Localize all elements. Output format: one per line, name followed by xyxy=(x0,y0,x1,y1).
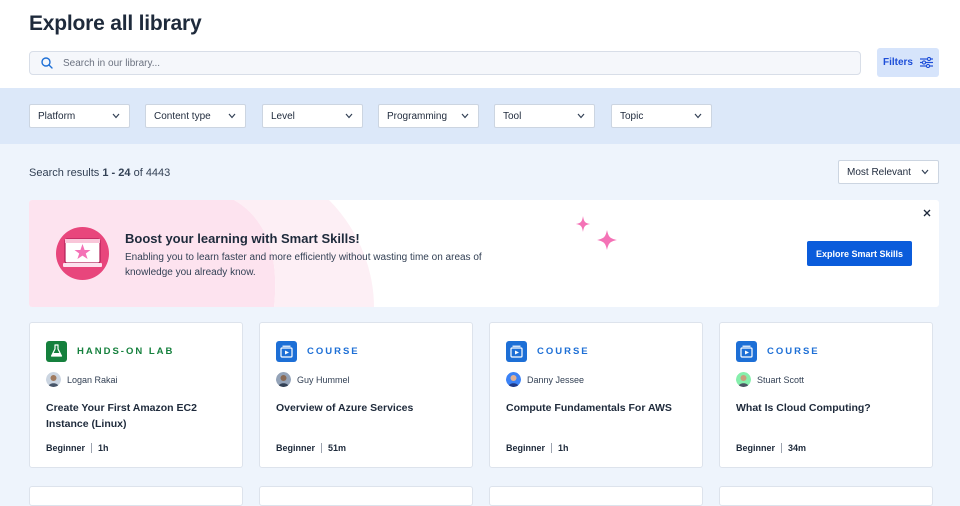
meta-divider xyxy=(551,443,553,453)
level-dropdown[interactable]: Level xyxy=(262,104,363,128)
meta-divider xyxy=(321,443,323,453)
meta-divider xyxy=(781,443,783,453)
content-card[interactable]: COURSE Guy Hummel Overview of Azure Serv… xyxy=(259,322,473,468)
sliders-icon xyxy=(920,57,933,68)
card-type: HANDS-ON LAB xyxy=(46,340,174,362)
card-duration: 51m xyxy=(328,443,347,453)
avatar xyxy=(46,372,61,387)
avatar xyxy=(736,372,751,387)
card-author: Stuart Scott xyxy=(736,372,804,387)
author-name: Danny Jessee xyxy=(527,374,585,385)
card-type-label: COURSE xyxy=(537,345,590,357)
flask-icon xyxy=(46,340,67,362)
dropdown-label: Content type xyxy=(154,110,211,122)
results-of: of xyxy=(130,167,146,179)
filters-label: Filters xyxy=(882,57,913,68)
chevron-down-icon xyxy=(228,113,236,119)
dropdown-label: Tool xyxy=(503,110,522,122)
sort-dropdown[interactable]: Most Relevant xyxy=(838,160,939,184)
card-level: Beginner xyxy=(46,443,86,453)
content-type-dropdown[interactable]: Content type xyxy=(145,104,246,128)
card-type: COURSE xyxy=(736,340,820,362)
dropdown-label: Programming xyxy=(387,110,448,122)
smart-skills-illustration xyxy=(56,227,109,280)
card-title: Compute Fundamentals For AWS xyxy=(506,402,672,414)
card-type-label: COURSE xyxy=(767,345,820,357)
card-level: Beginner xyxy=(506,443,546,453)
banner-title: Boost your learning with Smart Skills! xyxy=(125,231,360,246)
content-card[interactable]: COURSE Stuart Scott What Is Cloud Comput… xyxy=(719,322,933,468)
chevron-down-icon xyxy=(921,169,929,175)
content-card[interactable]: COURSE Danny Jessee Compute Fundamentals… xyxy=(489,322,703,468)
card-level: Beginner xyxy=(736,443,776,453)
close-icon[interactable] xyxy=(921,207,933,219)
chevron-down-icon xyxy=(112,113,120,119)
course-play-icon xyxy=(506,340,527,362)
author-name: Stuart Scott xyxy=(757,374,805,385)
smart-skills-banner: Boost your learning with Smart Skills! E… xyxy=(29,200,939,307)
card-title: What Is Cloud Computing? xyxy=(736,402,871,414)
author-name: Logan Rakai xyxy=(67,374,118,385)
card-duration: 1h xyxy=(558,443,569,453)
results-total: 4443 xyxy=(145,167,171,179)
card-type-label: HANDS-ON LAB xyxy=(77,345,175,357)
chevron-down-icon xyxy=(345,113,353,119)
content-card-partial[interactable] xyxy=(259,486,473,506)
content-card-partial[interactable] xyxy=(489,486,703,506)
topic-dropdown[interactable]: Topic xyxy=(611,104,712,128)
tool-dropdown[interactable]: Tool xyxy=(494,104,595,128)
meta-divider xyxy=(91,443,93,453)
avatar xyxy=(506,372,521,387)
card-author: Guy Hummel xyxy=(276,372,350,387)
card-duration: 34m xyxy=(788,443,807,453)
card-type: COURSE xyxy=(276,340,360,362)
sparkles-icon xyxy=(576,216,617,250)
filters-button[interactable]: Filters xyxy=(877,48,939,77)
card-type: COURSE xyxy=(506,340,590,362)
chevron-down-icon xyxy=(577,113,585,119)
card-duration: 1h xyxy=(98,443,109,453)
search-box[interactable] xyxy=(29,51,861,75)
search-icon xyxy=(41,57,53,69)
card-level: Beginner xyxy=(276,443,316,453)
author-name: Guy Hummel xyxy=(297,374,350,385)
chevron-down-icon xyxy=(461,113,469,119)
explore-smart-skills-button[interactable]: Explore Smart Skills xyxy=(807,241,912,266)
card-meta: Beginner 51m xyxy=(276,443,346,453)
dropdown-label: Level xyxy=(271,110,295,122)
chevron-down-icon xyxy=(694,113,702,119)
content-card[interactable]: HANDS-ON LAB Logan Rakai Create Your Fir… xyxy=(29,322,243,468)
avatar xyxy=(276,372,291,387)
dropdown-label: Platform xyxy=(38,110,76,122)
results-range: 1 - 24 xyxy=(102,167,131,179)
card-meta: Beginner 1h xyxy=(46,443,109,453)
card-title: Create Your First Amazon EC2 Instance (L… xyxy=(46,402,197,430)
course-play-icon xyxy=(276,340,297,362)
card-author: Danny Jessee xyxy=(506,372,584,387)
card-meta: Beginner 34m xyxy=(736,443,806,453)
card-type-label: COURSE xyxy=(307,345,360,357)
dropdown-label: Topic xyxy=(620,110,644,122)
page-header: Explore all library Filters xyxy=(0,0,960,88)
card-meta: Beginner 1h xyxy=(506,443,569,453)
results-count: Search results 1 - 24 of 4443 xyxy=(29,167,170,179)
card-author: Logan Rakai xyxy=(46,372,118,387)
filter-bar: Platform Content type Level Programming … xyxy=(0,88,960,144)
card-title: Overview of Azure Services xyxy=(276,402,414,414)
content-card-partial[interactable] xyxy=(719,486,933,506)
course-play-icon xyxy=(736,340,757,362)
platform-dropdown[interactable]: Platform xyxy=(29,104,130,128)
results-prefix: Search results xyxy=(29,167,103,179)
programming-dropdown[interactable]: Programming xyxy=(378,104,479,128)
content-card-partial[interactable] xyxy=(29,486,243,506)
banner-description: Enabling you to learn faster and more ef… xyxy=(125,252,482,278)
page-title: Explore all library xyxy=(29,12,202,35)
search-input[interactable] xyxy=(63,52,843,74)
sort-label: Most Relevant xyxy=(847,166,911,178)
